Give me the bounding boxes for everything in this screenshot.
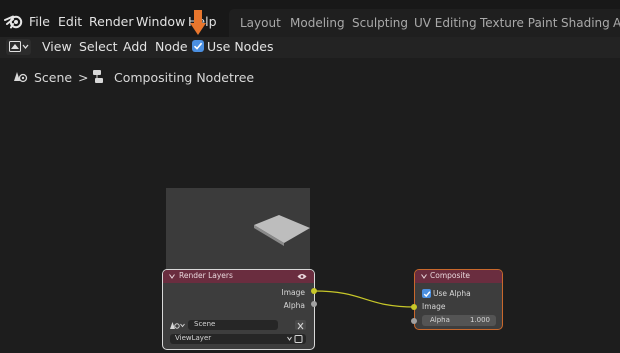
output-alpha-label: Alpha <box>283 301 305 310</box>
close-icon <box>297 322 304 330</box>
scene-field[interactable]: Scene <box>188 320 278 330</box>
alpha-label: Alpha <box>430 316 450 324</box>
chevron-down-icon[interactable] <box>169 274 175 279</box>
scene-selector[interactable]: Scene <box>170 320 278 330</box>
render-layers-image-socket[interactable] <box>311 288 317 294</box>
composite-header[interactable]: Composite <box>415 270 502 283</box>
eye-icon[interactable] <box>297 273 307 280</box>
render-layers-header[interactable]: Render Layers <box>163 270 314 283</box>
checkbox-icon <box>423 290 430 297</box>
scene-icon <box>170 322 185 329</box>
use-alpha-label[interactable]: Use Alpha <box>433 289 471 298</box>
chevron-down-icon <box>287 335 303 343</box>
alpha-value: 1.000 <box>469 316 490 324</box>
alpha-value-field[interactable]: Alpha 1.000 <box>422 315 496 326</box>
composite-title: Composite <box>430 271 471 280</box>
view-layer-value: ViewLayer <box>175 334 212 342</box>
chevron-down-icon[interactable] <box>421 274 427 279</box>
render-layers-node[interactable]: Render Layers Image Alpha Scene ViewLaye… <box>162 269 315 350</box>
render-layers-alpha-socket[interactable] <box>311 301 317 307</box>
composite-node[interactable]: Composite Use Alpha Image Alpha 1.000 <box>414 269 503 330</box>
output-image-label: Image <box>281 288 306 297</box>
render-layers-title: Render Layers <box>179 271 233 280</box>
input-image-label: Image <box>422 302 446 311</box>
use-alpha-checkbox[interactable] <box>422 289 431 298</box>
view-layer-field[interactable]: ViewLayer <box>170 334 306 344</box>
scene-clear-button[interactable] <box>295 320 306 330</box>
composite-image-socket[interactable] <box>411 304 417 310</box>
scene-field-value: Scene <box>194 320 216 328</box>
composite-alpha-socket[interactable] <box>411 318 417 324</box>
